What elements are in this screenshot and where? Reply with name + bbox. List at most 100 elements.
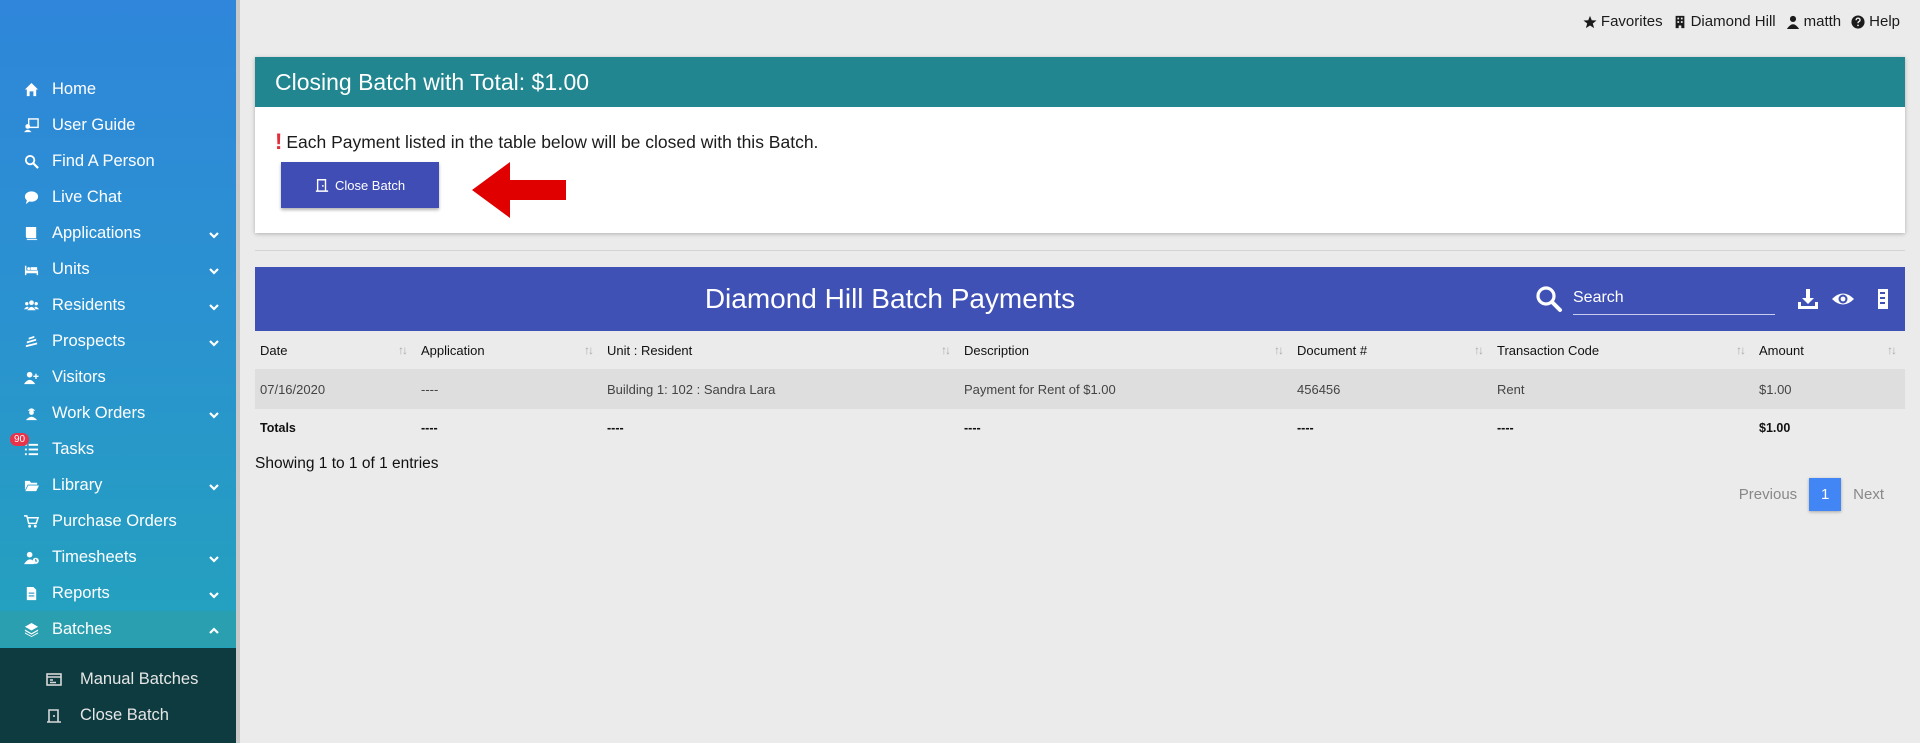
chevron-up-icon bbox=[208, 623, 220, 635]
column-header-description[interactable]: Description ↑↓ bbox=[959, 331, 1292, 369]
book-icon bbox=[22, 225, 40, 241]
sort-icon: ↑↓ bbox=[1274, 343, 1284, 357]
prospects-icon bbox=[22, 333, 40, 349]
sidebar-item-applications[interactable]: Applications bbox=[0, 215, 236, 251]
column-header-application[interactable]: Application ↑↓ bbox=[416, 331, 602, 369]
close-batch-button[interactable]: Close Batch bbox=[281, 162, 439, 208]
sidebar-item-user-guide[interactable]: User Guide bbox=[0, 107, 236, 143]
sidebar-item-batches[interactable]: Batches bbox=[0, 611, 236, 647]
cell-transaction-code: Rent bbox=[1492, 369, 1754, 409]
sidebar-item-home[interactable]: Home bbox=[0, 71, 236, 107]
previous-page-button[interactable]: Previous bbox=[1739, 486, 1797, 503]
page-1-button[interactable]: 1 bbox=[1809, 478, 1842, 511]
column-header-date[interactable]: Date ↑↓ bbox=[255, 331, 416, 369]
property-link[interactable]: Diamond Hill bbox=[1673, 13, 1776, 30]
sidebar-item-label: Work Orders bbox=[52, 403, 146, 422]
batch-payments-table: Date ↑↓ Application ↑↓ Unit : Resident ↑↓ D… bbox=[255, 331, 1905, 447]
next-page-button[interactable]: Next bbox=[1853, 486, 1884, 503]
sidebar-item-units[interactable]: Units bbox=[0, 251, 236, 287]
user-clock-icon bbox=[22, 549, 40, 565]
divider bbox=[255, 250, 1905, 251]
totals-application: ---- bbox=[421, 421, 438, 435]
closing-batch-card: Closing Batch with Total: $1.00 ! Each P… bbox=[255, 57, 1905, 233]
notice-text: Each Payment listed in the table below w… bbox=[286, 131, 819, 152]
user-menu[interactable]: matth bbox=[1786, 13, 1842, 30]
sidebar-item-label: Purchase Orders bbox=[52, 511, 177, 530]
cell-amount: $1.00 bbox=[1754, 369, 1905, 409]
totals-transaction-code: ---- bbox=[1497, 421, 1514, 435]
batches-submenu: Manual Batches Close Batch bbox=[0, 648, 236, 743]
search-icon bbox=[22, 153, 40, 169]
close-batch-icon bbox=[46, 708, 64, 723]
eye-icon[interactable] bbox=[1831, 287, 1855, 316]
sidebar-item-visitors[interactable]: Visitors bbox=[0, 359, 236, 395]
sidebar-item-manual-batches[interactable]: Manual Batches bbox=[0, 661, 236, 697]
closing-notice: ! Each Payment listed in the table below… bbox=[275, 131, 818, 153]
sort-icon: ↑↓ bbox=[1887, 343, 1897, 357]
sidebar-item-label: User Guide bbox=[52, 115, 136, 134]
sidebar-item-label: Reports bbox=[52, 583, 110, 602]
closing-batch-title: Closing Batch with Total: $1.00 bbox=[255, 57, 1905, 107]
sidebar-item-label: Home bbox=[52, 79, 97, 98]
sidebar-item-tasks[interactable]: 90 Tasks bbox=[0, 431, 236, 467]
sidebar-item-label: Library bbox=[52, 475, 103, 494]
sidebar-item-label: Manual Batches bbox=[80, 669, 199, 688]
sidebar-item-live-chat[interactable]: Live Chat bbox=[0, 179, 236, 215]
favorites-link[interactable]: Favorites bbox=[1583, 13, 1663, 30]
table-header-row: Date ↑↓ Application ↑↓ Unit : Resident ↑↓ D… bbox=[255, 331, 1905, 369]
table-header-bar: Diamond Hill Batch Payments bbox=[255, 267, 1905, 331]
sidebar-item-reports[interactable]: Reports bbox=[0, 575, 236, 611]
question-circle-icon bbox=[1851, 14, 1865, 29]
sidebar-item-purchase-orders[interactable]: Purchase Orders bbox=[0, 503, 236, 539]
download-icon[interactable] bbox=[1796, 287, 1820, 316]
sidebar-item-close-batch[interactable]: Close Batch bbox=[0, 697, 236, 733]
help-label: Help bbox=[1869, 13, 1900, 30]
table-title: Diamond Hill Batch Payments bbox=[704, 283, 1076, 314]
close-batch-icon bbox=[315, 179, 329, 192]
sort-icon: ↑↓ bbox=[1736, 343, 1746, 357]
cart-icon bbox=[22, 513, 40, 529]
columns-icon[interactable] bbox=[1876, 287, 1888, 316]
red-arrow-annotation bbox=[470, 160, 570, 225]
column-header-unit-resident[interactable]: Unit : Resident ↑↓ bbox=[602, 331, 959, 369]
column-header-document[interactable]: Document # ↑↓ bbox=[1292, 331, 1492, 369]
sidebar-item-residents[interactable]: Residents bbox=[0, 287, 236, 323]
sidebar-item-label: Batches bbox=[52, 619, 112, 638]
column-header-amount[interactable]: Amount ↑↓ bbox=[1754, 331, 1905, 369]
sidebar: Home User Guide Find A Person Live Chat … bbox=[0, 0, 240, 743]
chevron-down-icon bbox=[208, 587, 220, 599]
chevron-down-icon bbox=[208, 299, 220, 311]
totals-label: Totals bbox=[260, 421, 296, 435]
users-icon bbox=[22, 297, 40, 313]
user-label: matth bbox=[1803, 13, 1842, 30]
sidebar-item-timesheets[interactable]: Timesheets bbox=[0, 539, 236, 575]
sidebar-item-work-orders[interactable]: Work Orders bbox=[0, 395, 236, 431]
chevron-down-icon bbox=[208, 407, 220, 419]
search-input[interactable] bbox=[1573, 281, 1775, 315]
sidebar-item-label: Live Chat bbox=[52, 187, 122, 206]
totals-row: Totals ---- ---- ---- ---- ---- $1.00 bbox=[255, 409, 1905, 447]
sidebar-item-label: Prospects bbox=[52, 331, 126, 350]
sidebar-item-library[interactable]: Library bbox=[0, 467, 236, 503]
entries-info: Showing 1 to 1 of 1 entries bbox=[255, 455, 439, 472]
sidebar-item-label: Timesheets bbox=[52, 547, 137, 566]
sort-icon: ↑↓ bbox=[398, 343, 408, 357]
search-icon[interactable] bbox=[1535, 285, 1563, 318]
chevron-down-icon bbox=[208, 227, 220, 239]
close-batch-button-label: Close Batch bbox=[334, 177, 406, 193]
user-icon bbox=[1786, 15, 1799, 29]
totals-document: ---- bbox=[1297, 421, 1314, 435]
sort-icon: ↑↓ bbox=[941, 343, 951, 357]
column-header-transaction-code[interactable]: Transaction Code ↑↓ bbox=[1492, 331, 1754, 369]
sidebar-item-find-a-person[interactable]: Find A Person bbox=[0, 143, 236, 179]
property-label: Diamond Hill bbox=[1690, 13, 1776, 30]
layers-icon bbox=[22, 621, 40, 637]
cell-document: 456456 bbox=[1292, 369, 1492, 409]
batch-list-icon bbox=[46, 672, 64, 687]
sidebar-item-label: Find A Person bbox=[52, 151, 155, 170]
help-link[interactable]: Help bbox=[1851, 13, 1900, 30]
chevron-down-icon bbox=[208, 551, 220, 563]
cell-application: ---- bbox=[416, 369, 602, 409]
table-row[interactable]: 07/16/2020 ---- Building 1: 102 : Sandra… bbox=[255, 369, 1905, 409]
sidebar-item-prospects[interactable]: Prospects bbox=[0, 323, 236, 359]
